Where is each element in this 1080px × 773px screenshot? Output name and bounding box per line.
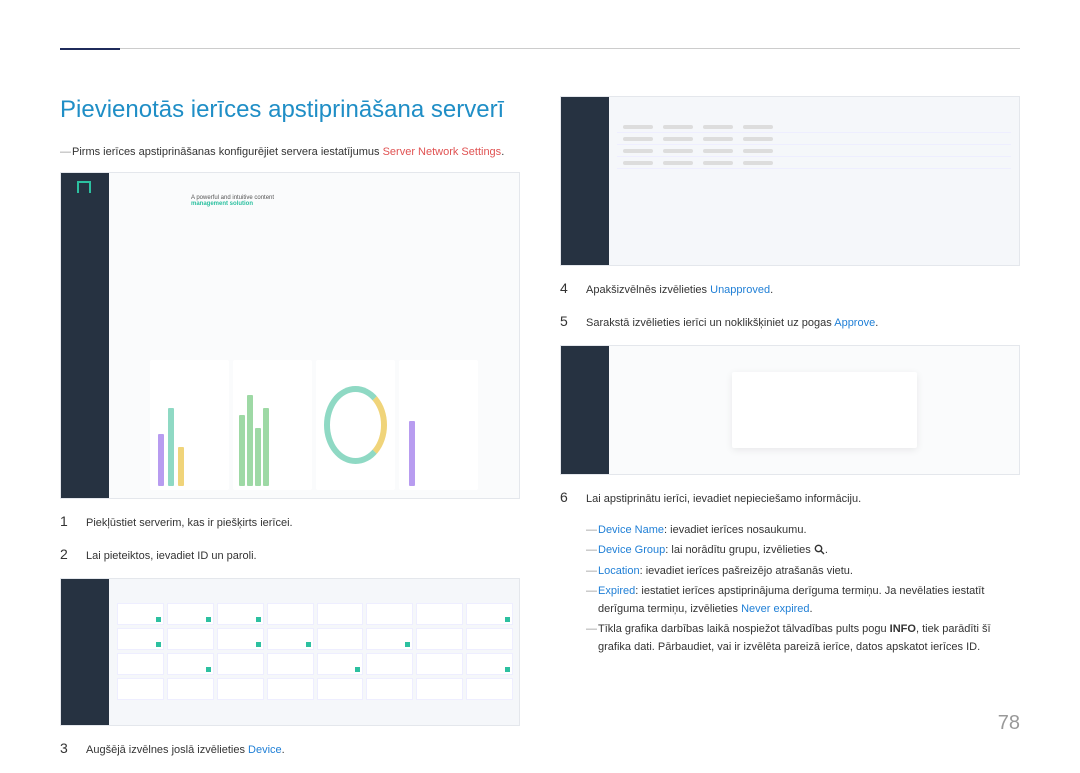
screenshot-unapproved-list	[560, 96, 1020, 266]
step-text: Apakšizvēlnēs izvēlieties Unapproved.	[586, 280, 773, 299]
step-text-prefix: Augšējā izvēlnes joslā izvēlieties	[86, 744, 248, 756]
ph-bar	[255, 428, 261, 487]
intro-note-link: Server Network Settings	[383, 146, 502, 158]
ph-bar	[168, 408, 174, 486]
unapproved-link: Unapproved	[710, 284, 770, 296]
ph-table	[617, 121, 1011, 257]
ph-sidebar	[61, 173, 109, 498]
step-num: 1	[60, 513, 72, 529]
step-text: Lai apstiprinātu ierīci, ievadiet nepiec…	[586, 489, 861, 508]
step-5: 5 Sarakstā izvēlieties ierīci un noklikš…	[560, 313, 1020, 332]
step-num: 2	[60, 546, 72, 562]
step-1: 1 Piekļūstiet serverim, kas ir piešķirts…	[60, 513, 520, 532]
intro-note: Pirms ierīces apstiprināšanas konfigurēj…	[60, 146, 520, 158]
intro-note-prefix: Pirms ierīces apstiprināšanas konfigurēj…	[72, 146, 383, 158]
search-icon	[814, 544, 825, 555]
step-text-prefix: Apakšizvēlnēs izvēlieties	[586, 284, 710, 296]
sub-item-text-suffix: .	[810, 603, 813, 615]
step-2: 2 Lai pieteiktos, ievadiet ID un paroli.	[60, 546, 520, 565]
sub-item-expired: Expired: iestatiet ierīces apstiprinājum…	[586, 583, 1020, 618]
device-group-label: Device Group	[598, 544, 665, 556]
step-text: Sarakstā izvēlieties ierīci un noklikšķi…	[586, 313, 878, 332]
device-link: Device	[248, 744, 282, 756]
screenshot-device-grid	[60, 578, 520, 726]
sub-item-text: : ievadiet ierīces pašreizējo atrašanās …	[640, 565, 853, 577]
ph-chart-3	[316, 360, 395, 490]
left-column: Pievienotās ierīces apstiprināšana serve…	[60, 96, 520, 773]
sub-item-device-name: Device Name: ievadiet ierīces nosaukumu.	[586, 522, 1020, 540]
page-title: Pievienotās ierīces apstiprināšana serve…	[60, 96, 520, 124]
location-label: Location	[598, 565, 640, 577]
screenshot-login: A powerful and intuitive content managem…	[60, 172, 520, 499]
sub-item-location: Location: ievadiet ierīces pašreizējo at…	[586, 563, 1020, 581]
step-num: 6	[560, 489, 572, 505]
step-3: 3 Augšējā izvēlnes joslā izvēlieties Dev…	[60, 740, 520, 759]
step-text: Piekļūstiet serverim, kas ir piešķirts i…	[86, 513, 293, 532]
info-bold: INFO	[890, 623, 916, 635]
approve-link: Approve	[834, 317, 875, 329]
ph-hero-text: A powerful and intuitive content managem…	[191, 195, 274, 207]
sub-item-text: : ievadiet ierīces nosaukumu.	[664, 524, 806, 536]
sub-item-text-suffix: .	[825, 544, 828, 556]
ph-grid	[117, 603, 513, 719]
step-4: 4 Apakšizvēlnēs izvēlieties Unapproved.	[560, 280, 1020, 299]
expired-label: Expired	[598, 585, 635, 597]
step-text: Augšējā izvēlnes joslā izvēlieties Devic…	[86, 740, 285, 759]
ph-bar	[158, 434, 164, 486]
header-divider	[60, 48, 1020, 49]
page-number: 78	[998, 712, 1020, 735]
sub-item-device-group: Device Group: lai norādītu grupu, izvēli…	[586, 542, 1020, 560]
ph-sidebar	[561, 346, 609, 474]
intro-note-suffix: .	[501, 146, 504, 158]
ph-bar	[263, 408, 269, 486]
ph-bar	[178, 447, 184, 486]
sub-item-list: Device Name: ievadiet ierīces nosaukumu.…	[586, 522, 1020, 657]
ph-charts	[150, 360, 478, 490]
ph-content: A powerful and intuitive content managem…	[109, 173, 519, 498]
ph-sidebar	[561, 97, 609, 265]
step-text-suffix: .	[875, 317, 878, 329]
sub-item-info: Tīkla grafika darbības laikā nospiežot t…	[586, 621, 1020, 656]
step-6: 6 Lai apstiprinātu ierīci, ievadiet nepi…	[560, 489, 1020, 508]
step-text-suffix: .	[282, 744, 285, 756]
ph-bar	[239, 415, 245, 487]
logo-icon	[77, 181, 91, 193]
ph-bar	[247, 395, 253, 486]
step-text-suffix: .	[770, 284, 773, 296]
main-content: Pievienotās ierīces apstiprināšana serve…	[60, 96, 1020, 773]
ph-modal	[732, 372, 917, 449]
ph-sidebar	[61, 579, 109, 725]
device-name-label: Device Name	[598, 524, 664, 536]
step-num: 5	[560, 313, 572, 329]
header-accent	[60, 48, 120, 50]
ph-chart-2	[233, 360, 312, 490]
ph-donut	[324, 386, 387, 464]
ph-chart-1	[150, 360, 229, 490]
never-expired-link: Never expired	[741, 603, 809, 615]
step-num: 4	[560, 280, 572, 296]
ph-hero-line2: management solution	[191, 201, 253, 207]
step-text: Lai pieteiktos, ievadiet ID un paroli.	[86, 546, 257, 565]
step-num: 3	[60, 740, 72, 756]
ph-content	[609, 346, 1019, 474]
ph-bar	[409, 421, 415, 486]
ph-chart-4	[399, 360, 478, 490]
right-column: 4 Apakšizvēlnēs izvēlieties Unapproved. …	[560, 96, 1020, 773]
step-text-prefix: Sarakstā izvēlieties ierīci un noklikšķi…	[586, 317, 834, 329]
screenshot-approve-modal	[560, 345, 1020, 475]
sub-item-text-prefix: Tīkla grafika darbības laikā nospiežot t…	[598, 623, 890, 635]
sub-item-text-prefix: : lai norādītu grupu, izvēlieties	[665, 544, 814, 556]
